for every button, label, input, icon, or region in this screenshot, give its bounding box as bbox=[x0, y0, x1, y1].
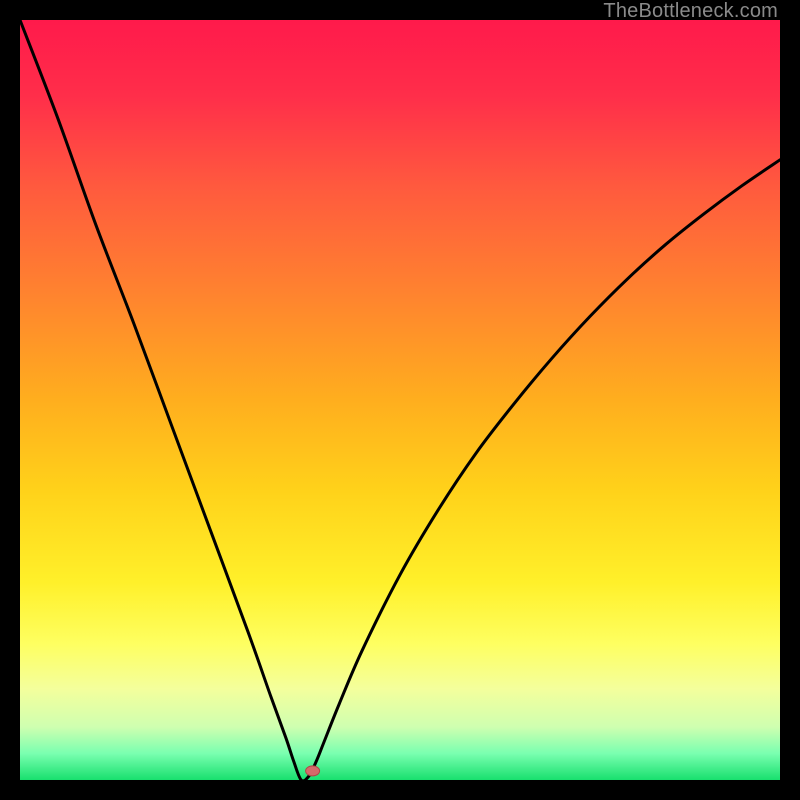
current-config-marker bbox=[306, 766, 320, 776]
chart-frame bbox=[20, 20, 780, 780]
chart-background bbox=[20, 20, 780, 780]
bottleneck-chart bbox=[20, 20, 780, 780]
